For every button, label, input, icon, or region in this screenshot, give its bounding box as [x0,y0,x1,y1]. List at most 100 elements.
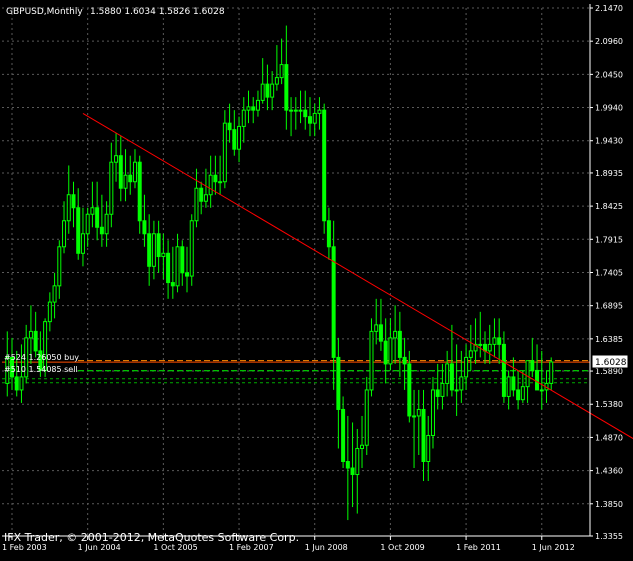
order-label-sell[interactable]: #510 1.54085 sell [4,365,78,374]
chart-canvas[interactable]: 2.1470 2.0960 2.0450 1.9940 1.9430 1.8935 1.84… [0,0,633,561]
candle-body [293,109,298,112]
candle-body [123,174,128,189]
candle-body [246,106,251,111]
candle-body [298,109,303,112]
candle-body [71,194,76,209]
candle-body [166,252,171,284]
candle-body [14,376,19,391]
candle-body [530,360,535,371]
candle-body [114,155,119,163]
candle-body [336,356,341,410]
time-tick-label: 1 Feb 2007 [229,543,274,552]
candle-body [374,324,379,332]
resistance-trendline[interactable] [82,112,633,443]
candle-body [66,194,71,222]
candle-body [90,207,95,215]
candle-body [156,233,161,258]
candle-body [255,99,260,111]
candle-body [440,382,445,397]
price-tick-label: 1.7915 [595,235,623,244]
candle-body [289,109,294,112]
price-tick-label: 1.9430 [595,137,623,146]
time-tick-label: 1 Oct 2005 [153,543,197,552]
candle-body [218,181,223,184]
candle-body [203,194,208,202]
candle-body [57,246,62,287]
candle-body [222,122,227,183]
candle-body [393,330,398,339]
candle-body [525,360,530,388]
candle-body [142,220,147,235]
time-tick-label: 1 Feb 2011 [456,543,501,552]
candle-body [378,324,383,342]
candle-body [132,161,137,183]
candle-body [137,161,142,222]
price-tick-label: 1.8935 [595,169,623,178]
time-tick-label: 1 Oct 2009 [380,543,424,552]
candle-body [435,389,440,397]
candle-body [326,220,331,248]
candle-body [189,220,194,277]
candle-body [397,330,402,358]
candle-body [147,233,152,267]
trendline[interactable] [82,112,633,443]
price-tick-label: 2.1470 [595,4,623,13]
time-tick-label: 1 Jun 2008 [305,543,348,552]
candle-body [317,109,322,114]
candle-body [99,226,104,235]
order-label-buy[interactable]: #524 1.26050 buy [4,353,79,362]
chart-symbol-label: GBPUSD,Monthly [6,7,83,17]
price-tick-label: 1.5380 [595,400,623,409]
candle-body [520,386,525,401]
price-tick-label: 1.4360 [595,467,623,476]
candle-body [369,330,374,391]
candle-body [76,207,81,254]
candle-body [421,408,426,463]
candle-body [270,83,275,98]
candle-body [208,174,213,196]
candle-body [227,122,232,131]
candle-body [364,389,369,446]
candle-body [170,282,175,287]
price-tick-label: 1.8425 [595,202,623,211]
candle-body [487,343,492,352]
candle-body [549,361,554,384]
candle-body [539,389,544,392]
candle-body [383,340,388,365]
candle-body [416,408,421,417]
candle-body [104,213,109,235]
price-tick-label: 1.3850 [595,500,623,509]
candle-body [331,246,336,358]
candle-body [33,330,38,352]
candle-body [307,116,312,124]
candle-body [194,187,199,222]
price-chart[interactable]: 2.1470 2.0960 2.0450 1.9940 1.9430 1.8935 1.84… [0,0,633,561]
candle-body [241,109,246,127]
candle-body [459,376,464,391]
candle-body [445,363,450,384]
candle-body [265,83,270,98]
candle-body [430,389,435,436]
candle-body [19,376,24,391]
candle-body [232,129,237,150]
candle-body [52,285,57,303]
candle-body [118,155,123,189]
candle-body [62,220,67,248]
candle-body [161,252,166,258]
candle-body [360,444,365,449]
candle-body [449,363,454,391]
candle-body [350,467,355,476]
time-tick-label: 1 Feb 2003 [2,543,47,552]
candle-body [355,447,360,476]
candle-body [303,109,308,118]
candle-body [511,376,516,391]
candle-body [274,77,279,85]
candle-body [468,350,473,358]
candle-body [128,174,133,183]
candle-body [345,461,350,469]
candle-body [213,174,218,183]
price-tick-label: 2.0960 [595,37,623,46]
candle-body [175,246,180,287]
price-tick-label: 1.6385 [595,335,623,344]
candle-body [80,233,85,254]
